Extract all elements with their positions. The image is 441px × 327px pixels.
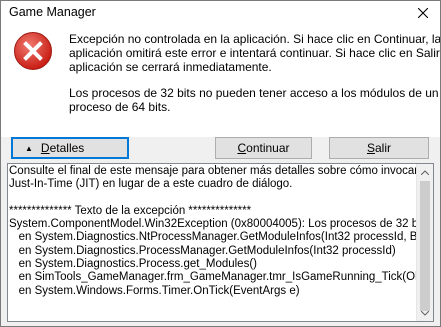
continue-button[interactable]: Continuar — [215, 137, 312, 159]
details-line: Just-In-Time (JIT) en lugar de a este cu… — [9, 178, 293, 191]
details-line: en System.Windows.Forms.Timer.OnTick(Eve… — [9, 284, 300, 297]
message-area: Excepción no controlada en la aplicación… — [1, 25, 440, 137]
game-manager-dialog: Game Manager Excepción no controlada en … — [0, 0, 441, 327]
details-line: Consulte el final de este mensaje para o… — [9, 165, 419, 177]
message-line: aplicación se cerrará inmediatamente. — [69, 60, 272, 74]
scroll-down-arrow-icon[interactable] — [417, 305, 433, 321]
details-button-label: Detalles — [40, 141, 85, 155]
message-line: Excepción no controlada en la aplicación… — [69, 32, 441, 46]
message-line: aplicación omitirá este error e intentar… — [69, 46, 441, 60]
vertical-scrollbar[interactable] — [416, 164, 433, 321]
window-title: Game Manager — [9, 5, 96, 19]
details-button[interactable]: ▲ Detalles — [11, 137, 129, 159]
exit-button-label: Salir — [366, 141, 392, 155]
details-line: en SimTools_GameManager.frm_GameManager.… — [9, 271, 419, 284]
details-line: ************** Texto de la excepción ***… — [9, 204, 252, 217]
details-textbox[interactable]: Consulte el final de este mensaje para o… — [7, 163, 434, 322]
collapse-arrow-icon: ▲ — [25, 143, 33, 153]
exit-button[interactable]: Salir — [329, 137, 429, 159]
details-line: en System.Diagnostics.NtProcessManager.G… — [9, 231, 419, 244]
details-line: en System.Diagnostics.ProcessManager.Get… — [9, 244, 396, 257]
details-line — [9, 192, 419, 205]
scrollbar-thumb[interactable] — [420, 181, 430, 311]
error-icon — [14, 32, 52, 70]
error-message: Excepción no controlada en la aplicación… — [69, 32, 441, 114]
message-line: proceso de 64 bits. — [69, 100, 171, 114]
close-icon — [418, 8, 428, 18]
exception-details-text[interactable]: Consulte el final de este mensaje para o… — [9, 165, 419, 320]
scroll-up-arrow-icon[interactable] — [417, 164, 433, 180]
close-button[interactable] — [406, 1, 440, 25]
title-bar[interactable]: Game Manager — [1, 1, 440, 25]
continue-button-label: Continuar — [237, 141, 290, 155]
message-line: Los procesos de 32 bits no pueden tener … — [69, 86, 439, 100]
details-line: en System.Diagnostics.Process.get_Module… — [9, 258, 257, 271]
details-line: System.ComponentModel.Win32Exception (0x… — [9, 218, 419, 231]
